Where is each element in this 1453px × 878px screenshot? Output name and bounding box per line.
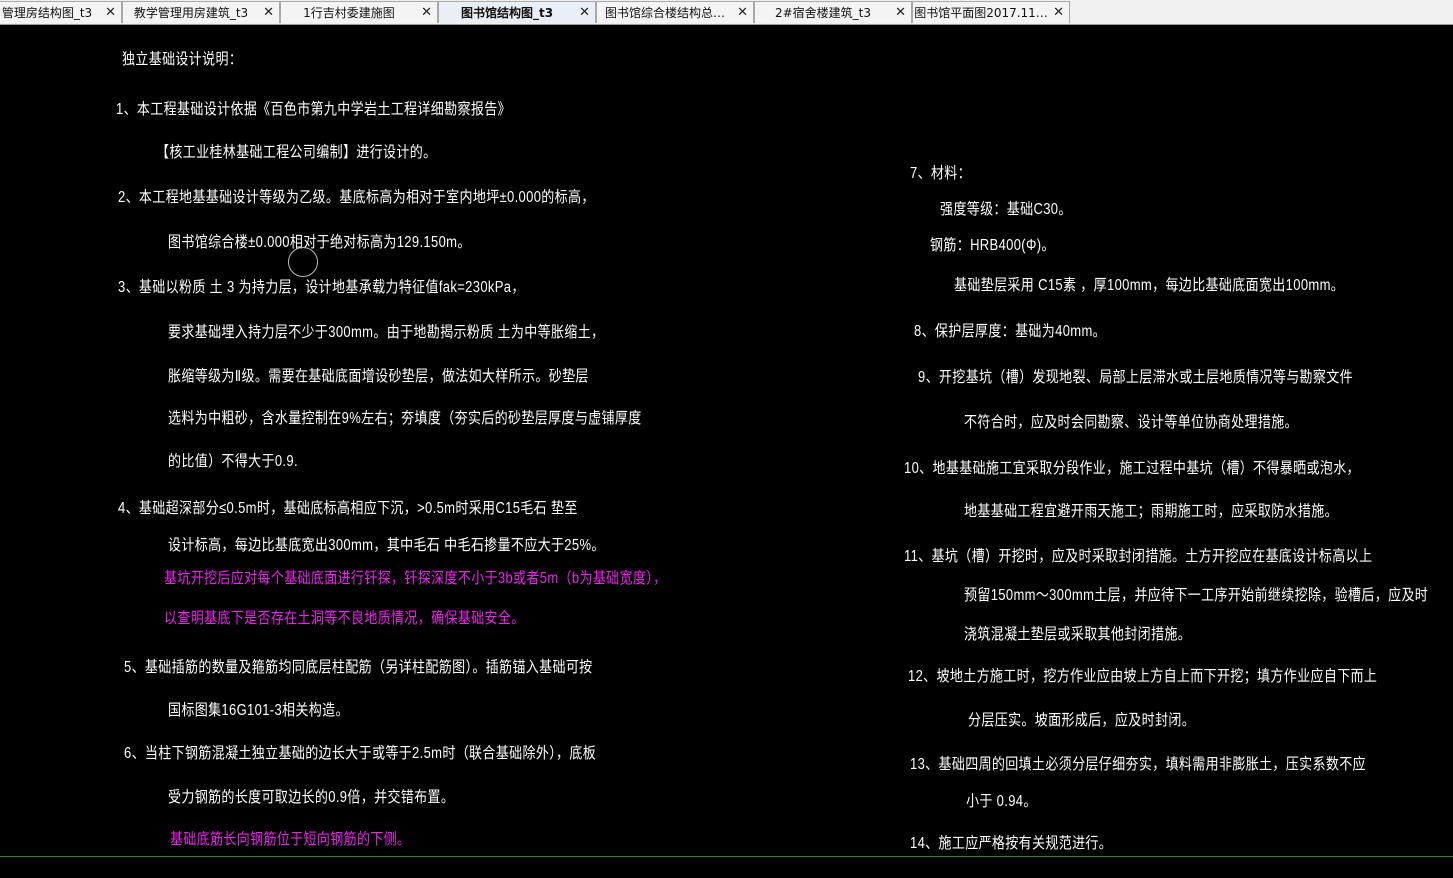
close-icon[interactable]: ✕ bbox=[263, 2, 274, 23]
tab-library-complex-structure[interactable]: 图书馆综合楼结构总… ✕ bbox=[596, 1, 754, 23]
note-line: 不符合时，应及时会同勘察、设计等单位协商处理措施。 bbox=[964, 414, 1298, 431]
note-line: 【核工业桂林基础工程公司编制】进行设计的。 bbox=[156, 144, 437, 161]
tab-label: 管理房结构图_t3 bbox=[1, 6, 93, 20]
tab-label: 教学管理用房建筑_t3 bbox=[133, 6, 249, 20]
note-line: 14、施工应严格按有关规范进行。 bbox=[910, 835, 1113, 852]
close-icon[interactable]: ✕ bbox=[105, 2, 116, 23]
cursor-pickbox-icon bbox=[288, 247, 318, 277]
tab-teaching-management-architecture[interactable]: 教学管理用房建筑_t3 ✕ bbox=[122, 1, 280, 23]
close-icon[interactable]: ✕ bbox=[1053, 2, 1064, 23]
close-icon[interactable]: ✕ bbox=[895, 2, 906, 23]
note-line: 选料为中粗砂，含水量控制在9%左右；夯填度（夯实后的砂垫层厚度与虚铺厚度 bbox=[168, 410, 642, 427]
tab-dormitory-architecture[interactable]: 2#宿舍楼建筑_t3 ✕ bbox=[754, 1, 912, 23]
note-line: 7、材料： bbox=[910, 165, 972, 182]
close-icon[interactable]: ✕ bbox=[421, 2, 432, 23]
tab-library-floor-plan[interactable]: 图书馆平面图2017.11… ✕ bbox=[912, 1, 1070, 23]
close-icon[interactable]: ✕ bbox=[579, 2, 590, 23]
tab-village-committee-drawing[interactable]: 1行吉村委建施图 ✕ bbox=[280, 1, 438, 23]
note-line: 13、基础四周的回填土必须分层仔细夯实，填料需用非膨胀土，压实系数不应 bbox=[910, 756, 1366, 773]
note-line: 强度等级：基础C30。 bbox=[940, 201, 1072, 218]
note-line: 小于 0.94。 bbox=[966, 793, 1037, 810]
tab-label: 图书馆结构图_t3 bbox=[460, 6, 554, 20]
note-line: 预留150mm～300mm土层，并应待下一工序开始前继续挖除，验槽后，应及时 bbox=[964, 587, 1429, 604]
note-line: 3、基础以粉质 土 3 为持力层，设计地基承载力特征值fak=230kPa， bbox=[118, 279, 525, 296]
note-line: 的比值）不得大于0.9. bbox=[168, 453, 298, 470]
note-line: 国标图集16G101-3相关构造。 bbox=[168, 702, 349, 719]
tab-label: 2#宿舍楼建筑_t3 bbox=[774, 6, 872, 20]
tab-management-structure[interactable]: 管理房结构图_t3 ✕ bbox=[0, 1, 122, 23]
note-line: 4、基础超深部分≤0.5m时，基础底标高相应下沉，>0.5m时采用C15毛石 垫… bbox=[118, 500, 578, 517]
note-line: 图书馆综合楼±0.000相对于绝对标高为129.150m。 bbox=[168, 234, 471, 251]
note-line: 钢筋：HRB400(Φ)。 bbox=[930, 237, 1055, 254]
tab-label: 图书馆综合楼结构总… bbox=[604, 6, 725, 20]
close-icon[interactable]: ✕ bbox=[737, 2, 748, 23]
note-line: 分层压实。坡面形成后，应及时封闭。 bbox=[968, 712, 1196, 729]
note-line: 设计标高，每边比基底宽出300mm，其中毛石 中毛石掺量不应大于25%。 bbox=[168, 537, 605, 554]
tab-label: 图书馆平面图2017.11… bbox=[914, 6, 1048, 20]
note-line: 11、基坑（槽）开挖时，应及时采取封闭措施。土方开挖应在基底设计标高以上 bbox=[904, 548, 1373, 565]
note-line: 8、保护层厚度：基础为40mm。 bbox=[914, 323, 1107, 340]
note-line: 要求基础埋入持力层不少于300mm。由于地勘揭示粉质 土为中等胀缩土， bbox=[168, 324, 605, 341]
note-line: 10、地基基础施工宜采取分段作业，施工过程中基坑（槽）不得暴晒或泡水， bbox=[904, 460, 1360, 477]
note-line: 12、坡地土方施工时，挖方作业应由坡上方自上而下开挖；填方作业应自下而上 bbox=[908, 668, 1378, 685]
note-line: 5、基础插筋的数量及箍筋均同底层柱配筋（另详柱配筋图）。插筋锚入基础可按 bbox=[124, 659, 593, 676]
highlight-note-line: 以查明基底下是否存在土洞等不良地质情况，确保基础安全。 bbox=[164, 610, 525, 627]
tab-label: 1行吉村委建施图 bbox=[303, 6, 395, 20]
document-tab-bar: 管理房结构图_t3 ✕ 教学管理用房建筑_t3 ✕ 1行吉村委建施图 ✕ 图书馆… bbox=[0, 0, 1453, 25]
drawing-title: 独立基础设计说明： bbox=[122, 51, 243, 68]
canvas-bottom-border bbox=[0, 856, 1453, 857]
highlight-note-line: 基坑开挖后应对每个基础底面进行钎探，钎探深度不小于3b或者5m（b为基础宽度）， bbox=[164, 570, 667, 587]
highlight-note-line: 基础底筋长向钢筋位于短向钢筋的下侧。 bbox=[170, 831, 411, 848]
note-line: 2、本工程地基基础设计等级为乙级。基底标高为相对于室内地坪±0.000的标高， bbox=[118, 189, 595, 206]
note-line: 1、本工程基础设计依据《百色市第九中学岩土工程详细勘察报告》 bbox=[116, 101, 511, 118]
note-line: 9、开挖基坑（槽）发现地裂、局部上层滞水或土层地质情况等与勘察文件 bbox=[918, 369, 1353, 386]
note-line: 6、当柱下钢筋混凝土独立基础的边长大于或等于2.5m时（联合基础除外），底板 bbox=[124, 745, 597, 762]
note-line: 地基基础工程宜避开雨天施工；雨期施工时，应采取防水措施。 bbox=[964, 503, 1338, 520]
note-line: 浇筑混凝土垫层或采取其他封闭措施。 bbox=[964, 626, 1192, 643]
note-line: 胀缩等级为Ⅱ级。需要在基础底面增设砂垫层，做法如大样所示。砂垫层 bbox=[168, 368, 589, 385]
note-line: 受力钢筋的长度可取边长的0.9倍，并交错布置。 bbox=[168, 789, 455, 806]
tab-library-structure[interactable]: 图书馆结构图_t3 ✕ bbox=[438, 1, 596, 23]
note-line: 基础垫层采用 C15素 ，厚100mm，每边比基础底面宽出100mm。 bbox=[954, 277, 1345, 294]
drawing-canvas[interactable]: 独立基础设计说明： 1、本工程基础设计依据《百色市第九中学岩土工程详细勘察报告》… bbox=[0, 25, 1453, 878]
